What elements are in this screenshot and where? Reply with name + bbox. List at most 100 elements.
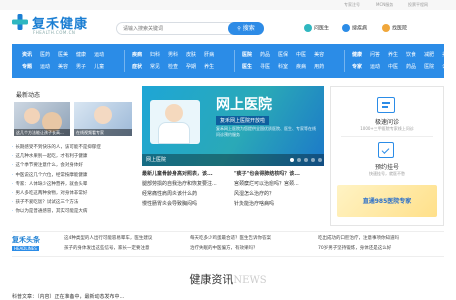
nav-divider <box>344 50 345 72</box>
quick-ask-doctor[interactable]: 问医生 <box>304 24 329 34</box>
ticker-item[interactable]: 孩子的身体发出这些信号，家长一定要注意 <box>64 245 184 255</box>
nav-link[interactable]: 运动 <box>94 51 104 58</box>
carousel-dot[interactable] <box>297 158 301 162</box>
ticker-item[interactable]: 每天吃多少鸡蛋最合适？医生告诉你答案 <box>190 235 310 245</box>
carousel-dot[interactable] <box>304 158 308 162</box>
nav-link[interactable]: 孕期 <box>186 63 196 70</box>
headline-link[interactable]: 风湿怎么治疗的？ <box>234 190 326 197</box>
nav-link[interactable]: 医院 <box>242 51 252 58</box>
nav-link[interactable]: 美容 <box>314 51 324 58</box>
quick-find-hospital[interactable]: 找医院 <box>382 24 407 34</box>
headline-link[interactable]: 经常痛性肩周炎该什么药 <box>142 190 234 197</box>
nav-link[interactable]: 美容 <box>58 63 68 70</box>
search-bar: ⚲ 搜索 <box>116 22 264 35</box>
site-logo[interactable]: 复禾健康 FHEALTH.COM.CN <box>12 11 112 39</box>
hero-banner[interactable]: 网上医院 复禾网上医院开放啦 复禾网上医院为您提供全国优质医院、医生、专家等在线… <box>142 86 324 166</box>
nav-link[interactable]: 常见 <box>150 63 160 70</box>
topbar-link-3[interactable]: 投票平程网 <box>408 2 428 8</box>
quick-search-disease[interactable]: 搜疾病 <box>342 24 367 34</box>
banner-caption-bar: 网上医院 <box>142 154 324 166</box>
nav-link[interactable]: 男科 <box>168 51 178 58</box>
ticker-column-3: 吃出成功的口腔治疗，注意事项你知道吗 70岁男子坚持锻炼，身体还是这么好 <box>318 235 442 255</box>
nav-link[interactable]: 运动 <box>370 63 380 70</box>
nav-link[interactable]: 公卫 <box>442 63 452 70</box>
nav-link[interactable]: 医药 <box>40 51 50 58</box>
nav-link[interactable]: 皮肤 <box>186 51 196 58</box>
nav-link[interactable]: 减肥 <box>424 51 434 58</box>
fast-consult-desc: 1000+三甲医院专家线上问诊 <box>360 126 414 131</box>
nav-link[interactable]: 药品 <box>260 51 270 58</box>
nav-link[interactable]: 医保 <box>278 51 288 58</box>
appointment-desc: 快速挂号，就医不愁 <box>369 171 405 176</box>
list-item[interactable]: 男人多吃这两种食物，对身体非常好 <box>12 190 136 199</box>
appointment-title[interactable]: 预约挂号 <box>331 162 443 171</box>
news-thumbnail-2[interactable]: 在线视频看专家 <box>74 102 132 136</box>
list-item[interactable]: 专家：人体缺少这种营养，就会头晕 <box>12 181 136 190</box>
nav-link[interactable]: 医生 <box>242 63 252 70</box>
nav-link[interactable]: 疾病 <box>296 63 306 70</box>
topbar-link-2[interactable]: MCN服务 <box>376 2 393 8</box>
ticker-column-1: 这4种类型的人出行可能容易晕车，医生建议 孩子的身体发出这些信号，家长一定要注意 <box>64 235 184 255</box>
nav-link[interactable]: 儿童 <box>94 63 104 70</box>
fast-consult-title[interactable]: 极速问诊 <box>331 117 443 126</box>
list-item[interactable]: 中医说这几个穴位，经常按摩能健康 <box>12 172 136 181</box>
list-item[interactable]: 长期感受不到快乐的人，该可能不是抑郁症 <box>12 144 136 153</box>
nav-link[interactable]: 健康 <box>76 51 86 58</box>
nav-link[interactable]: 运动 <box>40 63 50 70</box>
list-item[interactable]: 这个季节要注意什么，会对身体好 <box>12 162 136 171</box>
doctor-illustration <box>150 100 200 144</box>
search-input[interactable] <box>123 24 223 34</box>
nav-link[interactable]: 专题 <box>22 63 32 70</box>
nav-link[interactable]: 医美 <box>58 51 68 58</box>
bottom-article-peek[interactable]: 科普文章：（内容）正在准备中，最新动态发布中... <box>12 293 312 300</box>
nav-link[interactable]: 美容 <box>442 51 452 58</box>
nav-link[interactable]: 饮食 <box>406 51 416 58</box>
nav-link[interactable]: 养生 <box>388 51 398 58</box>
nav-link[interactable]: 妇科 <box>150 51 160 58</box>
nav-link[interactable]: 检查 <box>168 63 178 70</box>
headline-ticker: 复禾头条 HEADLINES 这4种类型的人出行可能容易晕车，医生建议 孩子的身… <box>12 231 444 257</box>
nav-link[interactable]: 健康 <box>352 51 362 58</box>
list-item[interactable]: 这几种水果别一起吃，才有利于健康 <box>12 153 136 162</box>
nav-link[interactable]: 专家 <box>352 63 362 70</box>
search-button[interactable]: ⚲ 搜索 <box>228 22 264 35</box>
carousel-dot[interactable] <box>318 158 322 162</box>
promo-ad[interactable]: 直通985医院专家 <box>337 185 437 217</box>
headline-link[interactable]: 宫颈糜烂可以治愈吗？宫颈... <box>234 180 326 187</box>
nav-link[interactable]: 资讯 <box>22 51 32 58</box>
carousel-dot-active[interactable] <box>290 158 294 162</box>
nav-link[interactable]: 中医 <box>388 63 398 70</box>
news-thumbnail-1[interactable]: 这几个方法能让孩子长高... <box>14 102 70 136</box>
nav-link[interactable]: 药品 <box>406 63 416 70</box>
headline-link[interactable]: 最新儿童骨龄身高对照表，该... <box>142 170 234 177</box>
nav-group-2: 疾病 妇科 男科 皮肤 肝病 症状 常见 检查 孕期 养生 <box>132 44 232 78</box>
search-button-label: 搜索 <box>242 25 255 32</box>
nav-link[interactable]: 问答 <box>370 51 380 58</box>
nav-link[interactable]: 寻医 <box>260 63 270 70</box>
nav-link[interactable]: 疾病 <box>132 51 142 58</box>
ticker-item[interactable]: 这4种类型的人出行可能容易晕车，医生建议 <box>64 235 184 245</box>
nav-link[interactable]: 养生 <box>204 63 214 70</box>
table-row: 最新儿童骨龄身高对照表，该... "痰子"也会得肺结核吗？该... <box>142 170 326 180</box>
headline-link[interactable]: 针灸能治疗啥病吗 <box>234 200 326 207</box>
table-row: 经常痛性肩周炎该什么药 风湿怎么治疗的？ <box>142 190 326 200</box>
nav-link[interactable]: 科室 <box>278 63 288 70</box>
logo-cross-icon <box>12 14 28 30</box>
nav-link[interactable]: 症状 <box>132 63 142 70</box>
nav-link[interactable]: 医院 <box>424 63 434 70</box>
nav-link[interactable]: 肝病 <box>204 51 214 58</box>
nav-link[interactable]: 中医 <box>296 51 306 58</box>
nav-link[interactable]: 男子 <box>76 63 86 70</box>
ticker-item[interactable]: 70岁男子坚持锻炼，身体还是这么好 <box>318 245 442 255</box>
list-item[interactable]: 孩子不爱吃饭？试试这三个方法 <box>12 199 136 208</box>
nav-link[interactable]: 用药 <box>314 63 324 70</box>
headline-link[interactable]: "痰子"也会得肺结核吗？该... <box>234 170 326 177</box>
ticker-item[interactable]: 吃出成功的口腔治疗，注意事项你知道吗 <box>318 235 442 245</box>
ticker-item[interactable]: 治疗失眠的中医偏方，有效果吗？ <box>190 245 310 255</box>
nav-group-1: 资讯 医药 医美 健康 运动 专题 运动 美容 男子 儿童 <box>22 44 122 78</box>
list-item[interactable]: 你以为是普通感冒，其实可能是大病 <box>12 208 136 217</box>
headline-link[interactable]: 慢性肠胃炎会导致胸闷吗 <box>142 200 234 207</box>
headline-link[interactable]: 腿部劳损的自我治疗和恢复要注... <box>142 180 234 187</box>
topbar-link-1[interactable]: 专家注号 <box>344 2 360 8</box>
carousel-dot[interactable] <box>311 158 315 162</box>
